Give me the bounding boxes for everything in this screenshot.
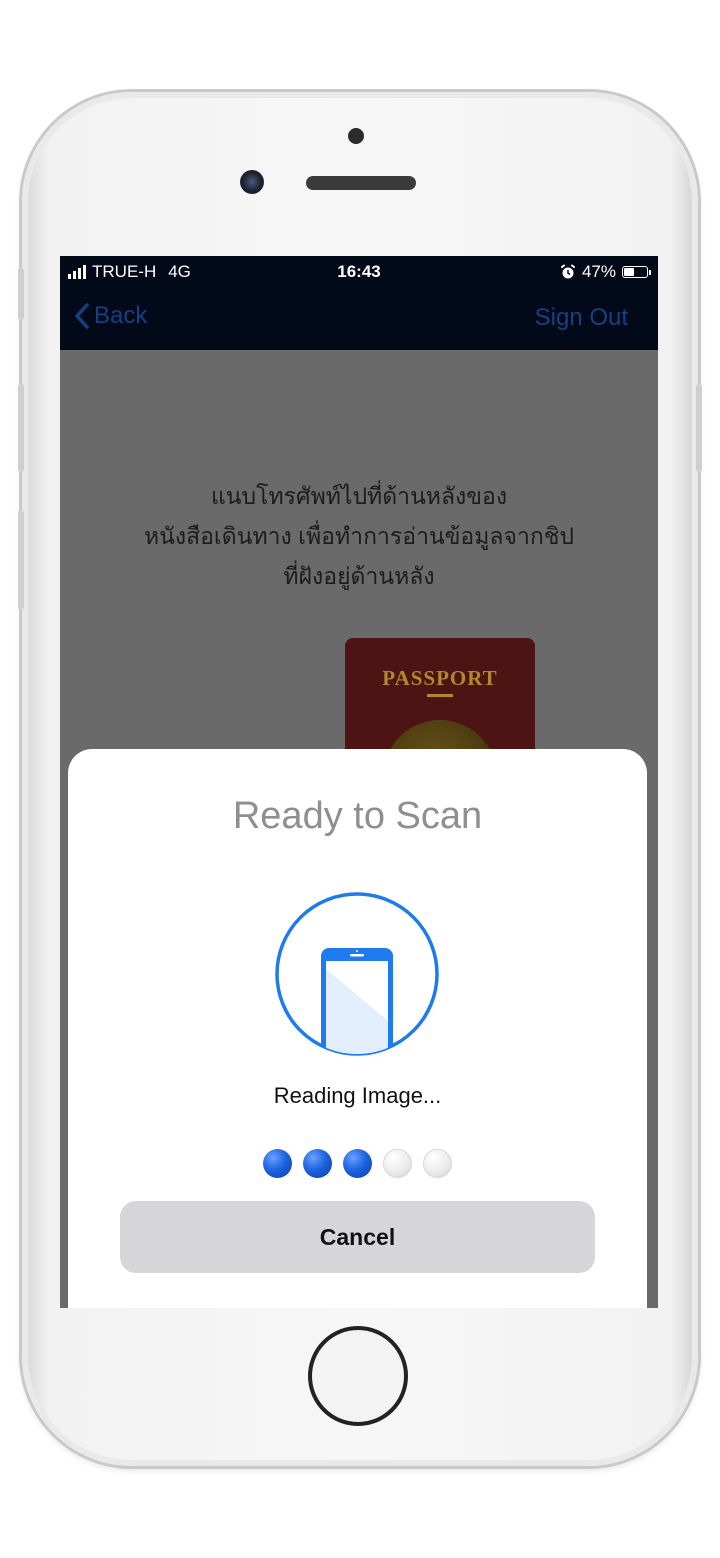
progress-dot-3	[343, 1149, 372, 1178]
chevron-left-icon	[75, 303, 89, 329]
mute-switch	[18, 268, 24, 320]
progress-dot-4	[383, 1149, 412, 1178]
back-label: Back	[94, 302, 148, 329]
passport-title: PASSPORT	[382, 666, 498, 690]
progress-dot-5	[423, 1149, 452, 1178]
status-right: 47%	[560, 262, 651, 282]
cancel-button[interactable]: Cancel	[120, 1201, 595, 1273]
progress-dot-2	[303, 1149, 332, 1178]
phone-screen: TRUE-H 4G 16:43 47% Back Sign Out แนบโทร…	[60, 256, 658, 1308]
status-bar: TRUE-H 4G 16:43 47%	[60, 256, 658, 288]
instruction-line-1: แนบโทรศัพท์ไปที่ด้านหลังของ	[210, 483, 508, 509]
back-button[interactable]: Back	[74, 302, 147, 330]
scan-instruction: แนบโทรศัพท์ไปที่ด้านหลังของ หนังสือเดินท…	[90, 476, 628, 596]
sign-out-button[interactable]: Sign Out	[535, 304, 628, 332]
power-button	[696, 384, 702, 472]
earpiece-speaker	[306, 176, 416, 190]
sheet-title: Ready to Scan	[232, 795, 483, 837]
volume-down-button	[18, 510, 24, 610]
front-camera	[348, 128, 364, 144]
battery-percent: 47%	[581, 262, 616, 281]
volume-up-button	[18, 384, 24, 472]
instruction-line-3: ที่ฝังอยู่ด้านหลัง	[283, 563, 435, 589]
reading-status: Reading Image...	[273, 1083, 442, 1108]
instruction-line-2: หนังสือเดินทาง เพื่อทำการอ่านข้อมูลจากชิ…	[143, 523, 575, 549]
scan-sheet: Ready to Scan Reading Image... Cancel	[68, 749, 647, 1308]
passport-divider	[427, 694, 453, 697]
navigation-bar: Back Sign Out	[60, 288, 658, 350]
alarm-icon	[560, 264, 575, 279]
scan-progress	[263, 1149, 452, 1178]
proximity-sensor	[240, 170, 264, 194]
home-button[interactable]	[308, 1326, 408, 1426]
phone-scan-icon	[275, 892, 439, 1056]
progress-dot-1	[263, 1149, 292, 1178]
battery-icon	[622, 266, 651, 278]
